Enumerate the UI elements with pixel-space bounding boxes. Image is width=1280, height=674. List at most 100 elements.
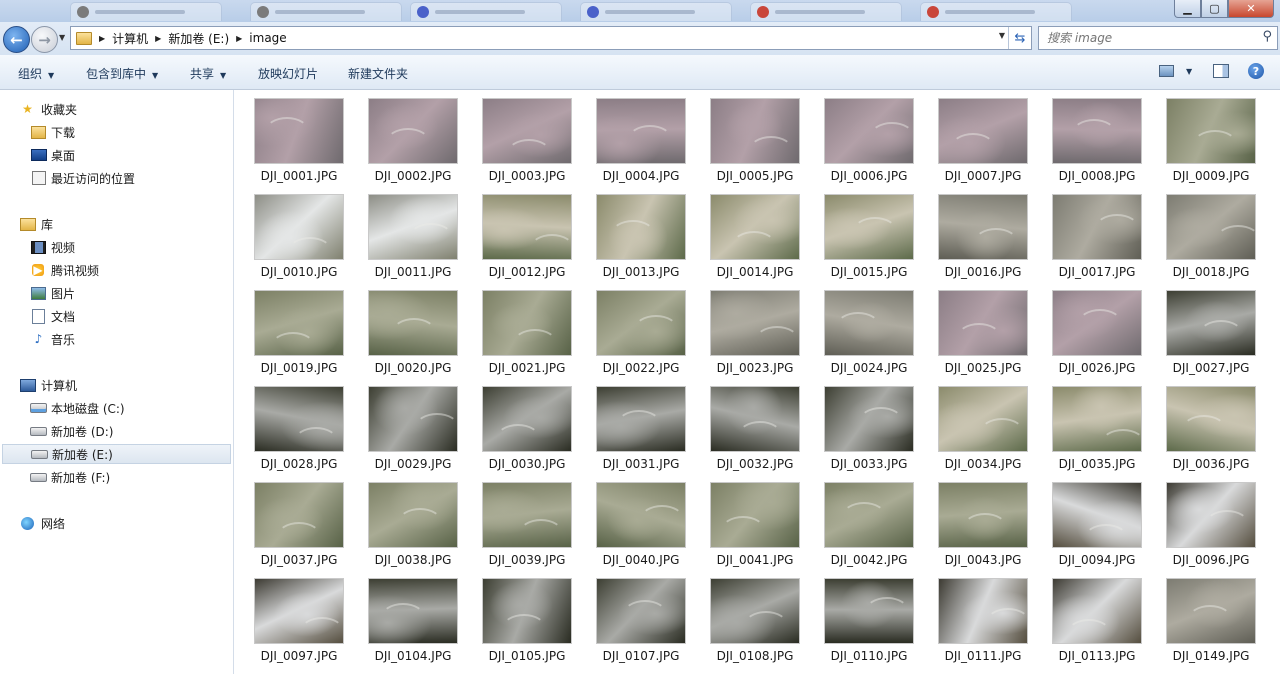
- maximize-button[interactable]: ▢: [1201, 0, 1228, 18]
- image-thumbnail[interactable]: [1166, 194, 1256, 260]
- file-item[interactable]: DJI_0005.JPG: [700, 90, 810, 183]
- image-thumbnail[interactable]: [824, 98, 914, 164]
- image-thumbnail[interactable]: [368, 578, 458, 644]
- image-thumbnail[interactable]: [482, 290, 572, 356]
- image-thumbnail[interactable]: [482, 98, 572, 164]
- image-thumbnail[interactable]: [482, 578, 572, 644]
- background-tab[interactable]: [580, 2, 732, 21]
- file-item[interactable]: DJI_0149.JPG: [1156, 570, 1266, 663]
- file-item[interactable]: DJI_0038.JPG: [358, 474, 468, 567]
- image-thumbnail[interactable]: [596, 194, 686, 260]
- file-item[interactable]: DJI_0022.JPG: [586, 282, 696, 375]
- image-thumbnail[interactable]: [254, 98, 344, 164]
- file-item[interactable]: DJI_0020.JPG: [358, 282, 468, 375]
- file-item[interactable]: DJI_0033.JPG: [814, 378, 924, 471]
- file-item[interactable]: DJI_0006.JPG: [814, 90, 924, 183]
- file-item[interactable]: DJI_0032.JPG: [700, 378, 810, 471]
- image-thumbnail[interactable]: [938, 386, 1028, 452]
- file-item[interactable]: DJI_0013.JPG: [586, 186, 696, 279]
- image-thumbnail[interactable]: [482, 482, 572, 548]
- image-thumbnail[interactable]: [1166, 98, 1256, 164]
- image-thumbnail[interactable]: [368, 482, 458, 548]
- image-thumbnail[interactable]: [1166, 290, 1256, 356]
- image-thumbnail[interactable]: [368, 98, 458, 164]
- image-thumbnail[interactable]: [710, 290, 800, 356]
- file-item[interactable]: DJI_0042.JPG: [814, 474, 924, 567]
- file-item[interactable]: DJI_0025.JPG: [928, 282, 1038, 375]
- file-item[interactable]: DJI_0027.JPG: [1156, 282, 1266, 375]
- image-thumbnail[interactable]: [710, 194, 800, 260]
- image-thumbnail[interactable]: [1166, 386, 1256, 452]
- file-item[interactable]: DJI_0108.JPG: [700, 570, 810, 663]
- image-thumbnail[interactable]: [254, 386, 344, 452]
- file-item[interactable]: DJI_0110.JPG: [814, 570, 924, 663]
- file-item[interactable]: DJI_0023.JPG: [700, 282, 810, 375]
- image-thumbnail[interactable]: [596, 578, 686, 644]
- file-item[interactable]: DJI_0026.JPG: [1042, 282, 1152, 375]
- sidebar-item-documents[interactable]: 文档: [0, 306, 233, 326]
- file-item[interactable]: DJI_0001.JPG: [244, 90, 354, 183]
- file-item[interactable]: DJI_0043.JPG: [928, 474, 1038, 567]
- image-thumbnail[interactable]: [1166, 482, 1256, 548]
- file-item[interactable]: DJI_0039.JPG: [472, 474, 582, 567]
- image-thumbnail[interactable]: [1052, 290, 1142, 356]
- sidebar-item-recent[interactable]: 最近访问的位置: [0, 168, 233, 188]
- change-view-button[interactable]: ▼: [1159, 65, 1192, 77]
- sidebar-item-downloads[interactable]: 下载: [0, 122, 233, 142]
- image-thumbnail[interactable]: [824, 482, 914, 548]
- file-item[interactable]: DJI_0035.JPG: [1042, 378, 1152, 471]
- image-thumbnail[interactable]: [254, 194, 344, 260]
- image-thumbnail[interactable]: [596, 98, 686, 164]
- background-tab[interactable]: [410, 2, 562, 21]
- image-thumbnail[interactable]: [368, 194, 458, 260]
- close-button[interactable]: ✕: [1228, 0, 1274, 18]
- file-item[interactable]: DJI_0004.JPG: [586, 90, 696, 183]
- background-tab[interactable]: [70, 2, 222, 21]
- search-icon[interactable]: ⚲: [1262, 29, 1272, 44]
- include-library-button[interactable]: 包含到库中 ▼: [86, 65, 158, 82]
- background-tab[interactable]: [750, 2, 902, 21]
- search-box[interactable]: ⚲: [1038, 26, 1278, 50]
- image-thumbnail[interactable]: [824, 194, 914, 260]
- file-item[interactable]: DJI_0019.JPG: [244, 282, 354, 375]
- slideshow-button[interactable]: 放映幻灯片: [258, 65, 318, 82]
- image-thumbnail[interactable]: [482, 386, 572, 452]
- background-tab[interactable]: [920, 2, 1072, 21]
- sidebar-network[interactable]: 网络: [0, 513, 233, 533]
- image-thumbnail[interactable]: [1166, 578, 1256, 644]
- new-folder-button[interactable]: 新建文件夹: [348, 65, 408, 82]
- share-button[interactable]: 共享 ▼: [190, 65, 226, 82]
- file-item[interactable]: DJI_0028.JPG: [244, 378, 354, 471]
- breadcrumb-drive-e[interactable]: 新加卷 (E:): [168, 30, 229, 47]
- image-thumbnail[interactable]: [710, 578, 800, 644]
- image-thumbnail[interactable]: [710, 98, 800, 164]
- image-thumbnail[interactable]: [1052, 386, 1142, 452]
- file-item[interactable]: DJI_0096.JPG: [1156, 474, 1266, 567]
- image-thumbnail[interactable]: [824, 386, 914, 452]
- image-thumbnail[interactable]: [368, 386, 458, 452]
- image-thumbnail[interactable]: [254, 578, 344, 644]
- breadcrumb-image[interactable]: image: [249, 31, 286, 45]
- file-item[interactable]: DJI_0036.JPG: [1156, 378, 1266, 471]
- breadcrumb-arrow-icon[interactable]: ▶: [99, 34, 105, 43]
- sidebar-item-drive-f[interactable]: 新加卷 (F:): [0, 467, 233, 487]
- file-item[interactable]: DJI_0097.JPG: [244, 570, 354, 663]
- image-thumbnail[interactable]: [596, 290, 686, 356]
- file-item[interactable]: DJI_0017.JPG: [1042, 186, 1152, 279]
- image-thumbnail[interactable]: [368, 290, 458, 356]
- file-item[interactable]: DJI_0018.JPG: [1156, 186, 1266, 279]
- file-item[interactable]: DJI_0011.JPG: [358, 186, 468, 279]
- image-thumbnail[interactable]: [1052, 578, 1142, 644]
- image-thumbnail[interactable]: [938, 98, 1028, 164]
- file-item[interactable]: DJI_0041.JPG: [700, 474, 810, 567]
- help-button[interactable]: ?: [1248, 63, 1264, 79]
- file-item[interactable]: DJI_0104.JPG: [358, 570, 468, 663]
- image-thumbnail[interactable]: [1052, 194, 1142, 260]
- image-thumbnail[interactable]: [254, 290, 344, 356]
- image-thumbnail[interactable]: [710, 482, 800, 548]
- file-item[interactable]: DJI_0015.JPG: [814, 186, 924, 279]
- image-thumbnail[interactable]: [1052, 482, 1142, 548]
- file-item[interactable]: DJI_0031.JPG: [586, 378, 696, 471]
- address-bar[interactable]: ▶ 计算机 ▶ 新加卷 (E:) ▶ image ▼ ⇆: [70, 26, 1032, 50]
- search-input[interactable]: [1045, 28, 1254, 48]
